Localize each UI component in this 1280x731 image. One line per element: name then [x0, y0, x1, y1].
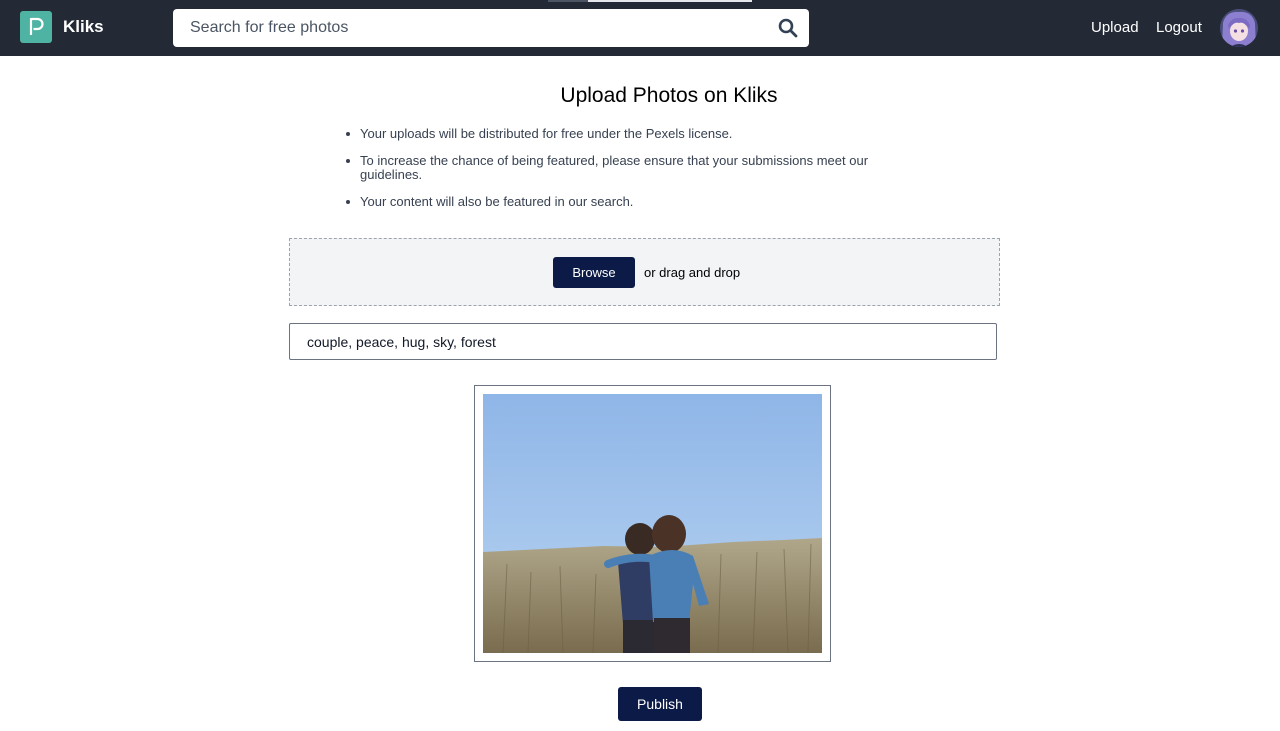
browse-button[interactable]: Browse — [553, 257, 635, 288]
search-icon[interactable] — [778, 18, 798, 38]
search-bar — [173, 9, 809, 47]
uploaded-photo — [483, 394, 822, 653]
page-title: Upload Photos on Kliks — [560, 84, 778, 107]
top-navbar: Kliks Upload Logout — [0, 0, 1280, 56]
publish-button[interactable]: Publish — [618, 687, 702, 721]
image-preview — [474, 385, 831, 662]
drag-drop-hint: or drag and drop — [644, 265, 741, 280]
file-dropzone[interactable]: Browse or drag and drop — [289, 238, 1000, 306]
logout-link[interactable]: Logout — [1156, 19, 1202, 36]
guideline-item: Your uploads will be distributed for fre… — [346, 127, 906, 141]
kliks-logo-icon[interactable] — [20, 11, 52, 43]
brand-name[interactable]: Kliks — [63, 17, 104, 37]
upload-link[interactable]: Upload — [1091, 19, 1139, 36]
guideline-item: Your content will also be featured in ou… — [346, 195, 906, 209]
upload-guidelines: Your uploads will be distributed for fre… — [346, 127, 906, 222]
user-avatar[interactable] — [1220, 9, 1258, 47]
tags-input[interactable] — [289, 323, 997, 360]
browser-tab-strip — [548, 0, 752, 2]
guideline-item: To increase the chance of being featured… — [346, 154, 906, 182]
search-input[interactable] — [173, 9, 763, 47]
